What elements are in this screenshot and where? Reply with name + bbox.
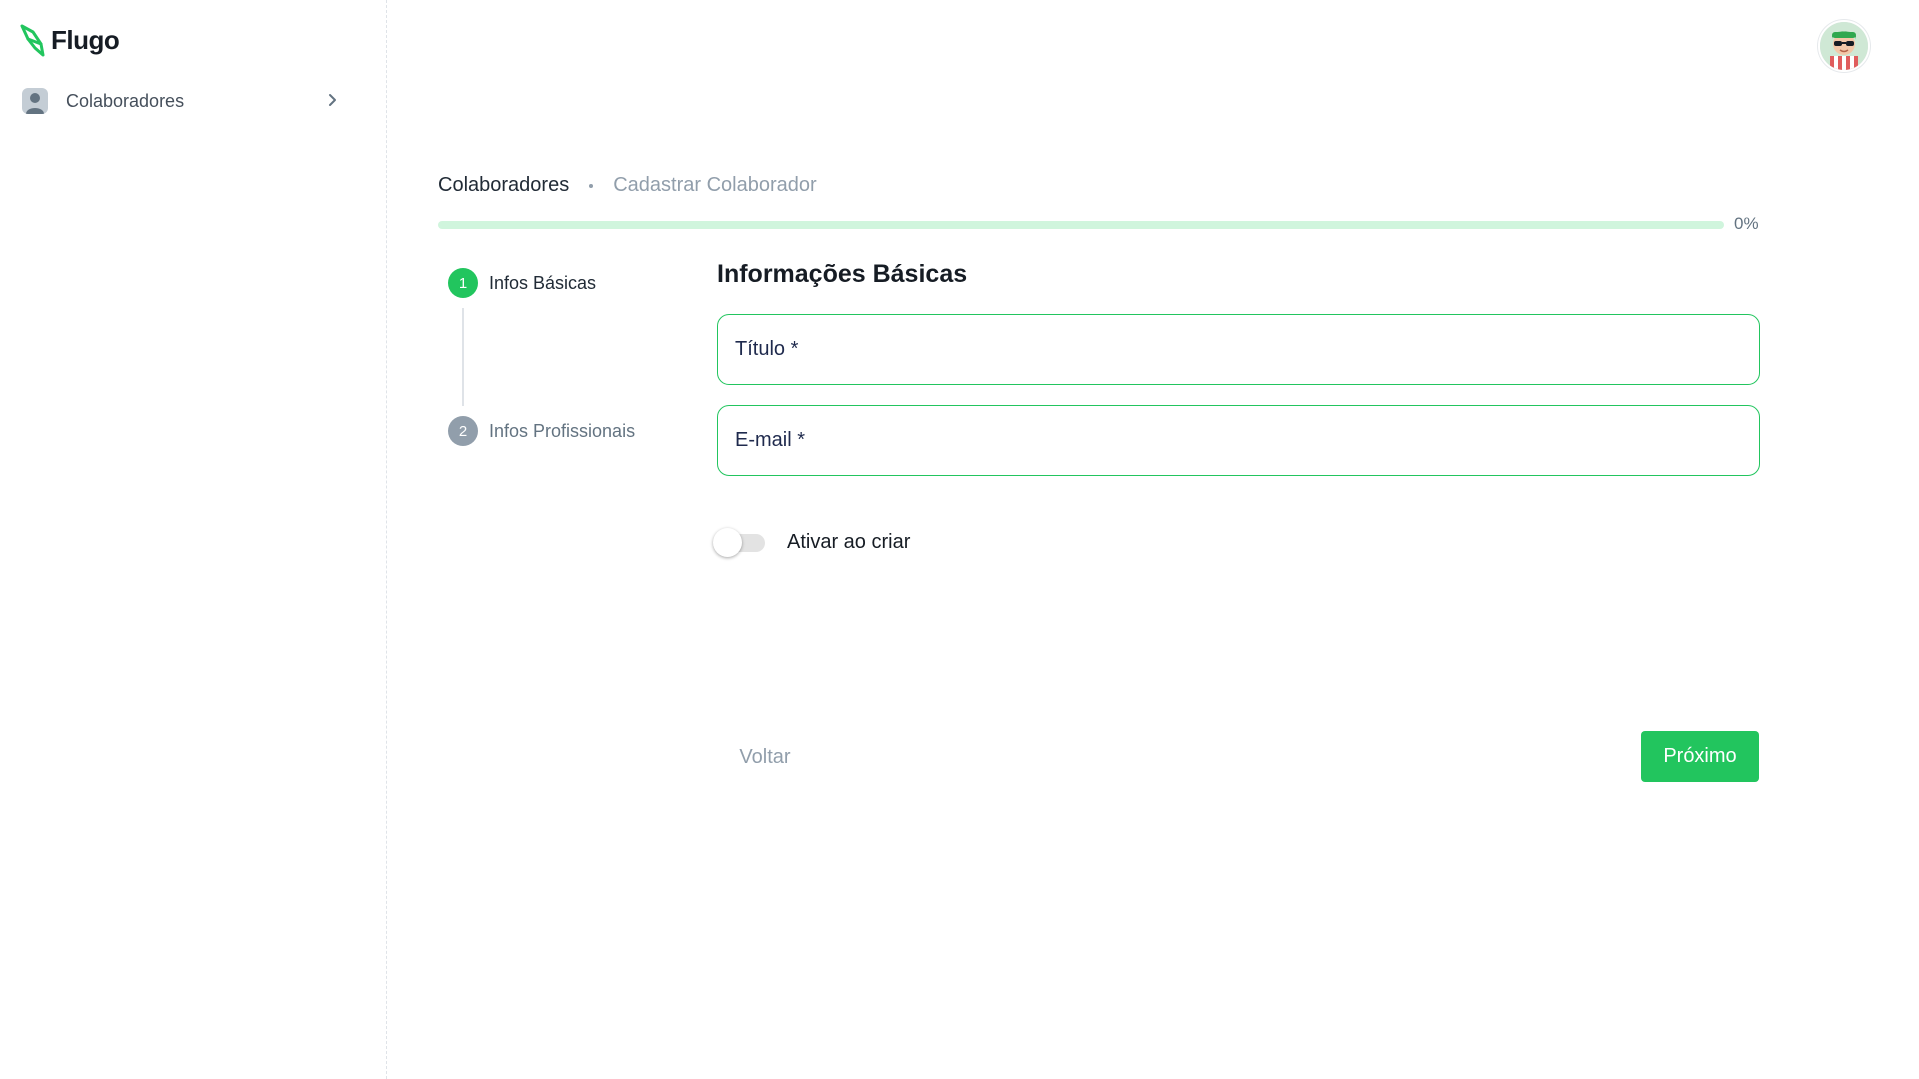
breadcrumb-separator <box>589 183 594 188</box>
section-title: Informações Básicas <box>717 260 968 288</box>
user-icon <box>22 88 48 114</box>
sidebar-item-colaboradores[interactable]: Colaboradores <box>14 80 354 122</box>
flugo-logo-icon <box>20 24 45 57</box>
activate-on-create-label: Ativar ao criar <box>787 530 911 553</box>
next-button[interactable]: Próximo <box>1641 731 1759 782</box>
progress-bar <box>438 221 1724 229</box>
sidebar-item-label: Colaboradores <box>66 90 185 111</box>
logo[interactable]: Flugo <box>19 20 120 60</box>
title-field[interactable]: Título * <box>717 314 1760 385</box>
toggle-thumb <box>713 528 742 557</box>
back-button[interactable]: Voltar <box>717 732 813 782</box>
breadcrumb-item-current: Cadastrar Colaborador <box>613 174 817 196</box>
user-avatar[interactable] <box>1818 20 1870 72</box>
progress-label: 0% <box>1734 214 1759 233</box>
chevron-right-icon <box>329 94 336 106</box>
step-infos-basicas[interactable]: 1 Infos Básicas <box>448 268 596 298</box>
activate-on-create-row: Ativar ao criar <box>713 527 910 557</box>
step-label: Infos Profissionais <box>489 420 636 441</box>
breadcrumb: Colaboradores Cadastrar Colaborador <box>438 174 817 197</box>
activate-on-create-toggle[interactable] <box>713 527 767 557</box>
sidebar: Flugo Colaboradores <box>0 0 387 1079</box>
email-field-label: E-mail * <box>735 429 806 451</box>
step-number: 1 <box>448 268 478 298</box>
step-label: Infos Básicas <box>489 272 597 293</box>
title-field-label: Título * <box>735 338 799 360</box>
step-connector <box>462 308 464 406</box>
breadcrumb-item-colaboradores[interactable]: Colaboradores <box>438 174 569 197</box>
email-field[interactable]: E-mail * <box>717 405 1760 476</box>
app-name: Flugo <box>51 24 120 55</box>
step-infos-profissionais[interactable]: 2 Infos Profissionais <box>448 416 635 446</box>
step-number: 2 <box>448 416 478 446</box>
avatar-icon <box>1820 22 1868 70</box>
